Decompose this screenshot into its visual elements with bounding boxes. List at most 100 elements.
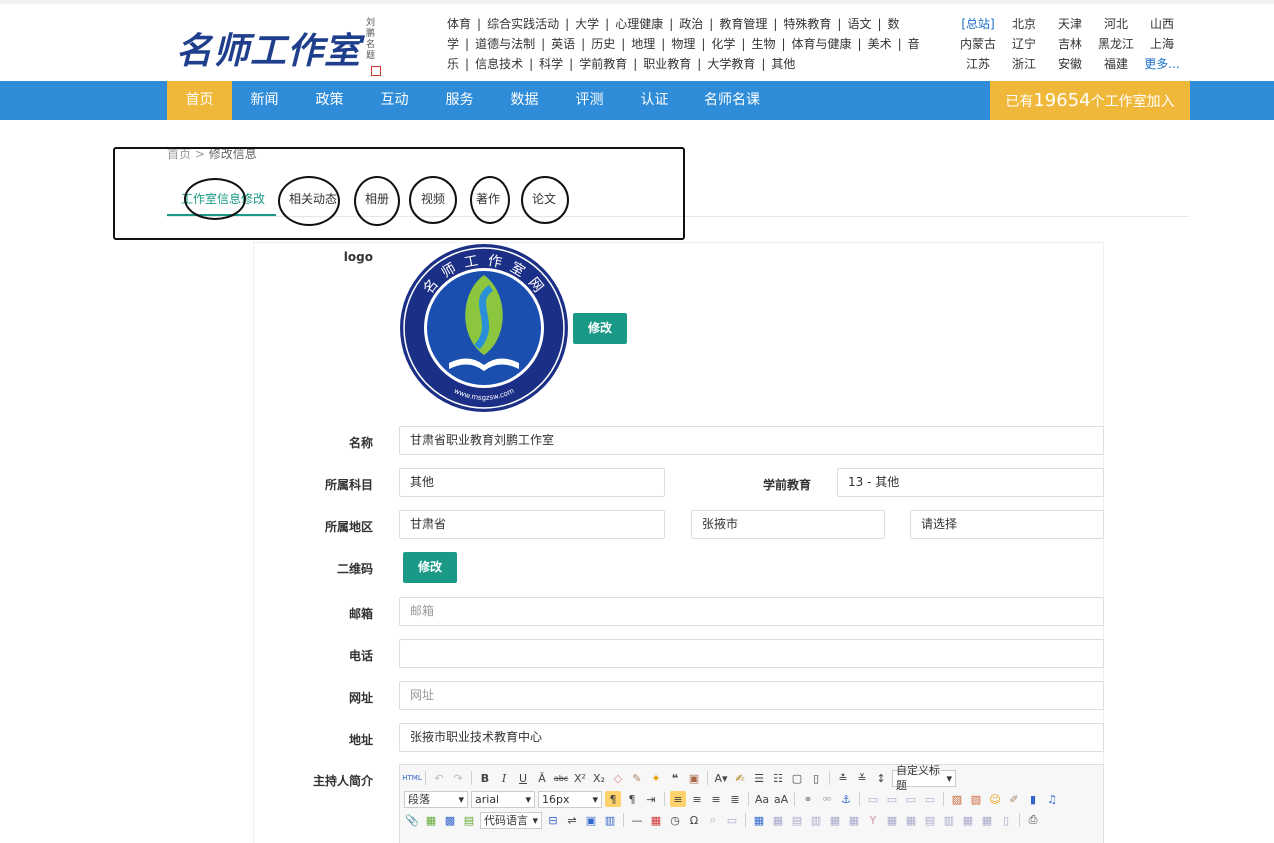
- subject-link[interactable]: 化学: [711, 37, 735, 51]
- select-all-icon[interactable]: ▢: [789, 770, 805, 786]
- font-size-select[interactable]: 16px ▾: [538, 790, 602, 808]
- region-link[interactable]: [总站]: [955, 14, 1001, 34]
- district-select[interactable]: 请选择: [910, 510, 1104, 539]
- stage-select[interactable]: 13 - 其他: [837, 468, 1104, 497]
- special-char-icon[interactable]: Ω: [686, 812, 702, 828]
- align-justify-icon[interactable]: ≣: [727, 791, 743, 807]
- code-language-select[interactable]: 代码语言 ▾: [480, 811, 542, 829]
- image-center-icon[interactable]: ▭: [922, 791, 938, 807]
- subscript-icon[interactable]: X₂: [591, 770, 607, 786]
- link-icon[interactable]: ⚭: [800, 791, 816, 807]
- nav-home[interactable]: 首页: [167, 81, 232, 120]
- nav-certification[interactable]: 认证: [622, 81, 687, 120]
- cell-props-icon[interactable]: ▦: [903, 812, 919, 828]
- subject-link[interactable]: 美术: [868, 37, 892, 51]
- music-icon[interactable]: ♫: [1044, 791, 1060, 807]
- region-link[interactable]: 安徽: [1047, 54, 1093, 74]
- logo-edit-button[interactable]: 修改: [573, 313, 627, 344]
- delete-row-icon[interactable]: ▤: [922, 812, 938, 828]
- subject-link[interactable]: 生物: [751, 37, 775, 51]
- row-spacing-top-icon[interactable]: ≛: [835, 770, 851, 786]
- wordimage-icon[interactable]: ▥: [602, 812, 618, 828]
- region-link[interactable]: 黑龙江: [1093, 34, 1139, 54]
- address-input[interactable]: 张掖市职业技术教育中心: [399, 723, 1104, 752]
- phone-input[interactable]: [399, 639, 1104, 668]
- name-input[interactable]: 甘肃省职业教育刘鹏工作室: [399, 426, 1104, 455]
- gmap-icon[interactable]: ▩: [442, 812, 458, 828]
- map-icon[interactable]: ▦: [423, 812, 439, 828]
- subject-link[interactable]: 特殊教育: [783, 17, 831, 31]
- subject-link[interactable]: 体育与健康: [792, 37, 852, 51]
- subject-link[interactable]: 英语: [551, 37, 575, 51]
- region-link[interactable]: 吉林: [1047, 34, 1093, 54]
- undo-icon[interactable]: ↶: [431, 770, 447, 786]
- subject-link[interactable]: 其他: [771, 57, 795, 71]
- print-icon[interactable]: ⎙: [1025, 812, 1041, 828]
- rtl-icon[interactable]: ¶: [624, 791, 640, 807]
- redo-icon[interactable]: ↷: [450, 770, 466, 786]
- insert-col-icon[interactable]: ▥: [808, 812, 824, 828]
- subject-link[interactable]: 政治: [679, 17, 703, 31]
- sort-icon[interactable]: ▯: [998, 812, 1014, 828]
- delete-table-icon[interactable]: ▦: [770, 812, 786, 828]
- split-cells-icon[interactable]: ▦: [846, 812, 862, 828]
- align-right-icon[interactable]: ≡: [708, 791, 724, 807]
- heading-select[interactable]: 自定义标题 ▾: [892, 764, 956, 792]
- region-link[interactable]: 北京: [1001, 14, 1047, 34]
- uppercase-icon[interactable]: Aa: [754, 791, 770, 807]
- subject-link[interactable]: 心理健康: [615, 17, 663, 31]
- merge-cells-icon[interactable]: ▦: [827, 812, 843, 828]
- unlink-icon[interactable]: ⚮: [819, 791, 835, 807]
- image-icon[interactable]: ▨: [949, 791, 965, 807]
- region-link[interactable]: 辽宁: [1001, 34, 1047, 54]
- format-brush-icon[interactable]: ✎: [629, 770, 645, 786]
- nav-evaluation[interactable]: 评测: [557, 81, 622, 120]
- font-border-icon[interactable]: Ā: [534, 770, 550, 786]
- split-rows-icon[interactable]: Y: [865, 812, 881, 828]
- highlight-icon[interactable]: ✍: [732, 770, 748, 786]
- image-none-icon[interactable]: ▭: [865, 791, 881, 807]
- nav-data[interactable]: 数据: [492, 81, 557, 120]
- print-preview-icon[interactable]: ▭: [724, 812, 740, 828]
- region-link[interactable]: 河北: [1093, 14, 1139, 34]
- nav-interact[interactable]: 互动: [362, 81, 427, 120]
- anchor-icon[interactable]: ⚓: [838, 791, 854, 807]
- merge-down-icon[interactable]: ▦: [979, 812, 995, 828]
- paragraph-format-select[interactable]: 段落 ▾: [404, 790, 468, 808]
- subject-link[interactable]: 大学教育: [707, 57, 755, 71]
- studio-count-banner[interactable]: 已有19654个工作室加入: [990, 81, 1190, 120]
- image-left-icon[interactable]: ▭: [884, 791, 900, 807]
- strikethrough-icon[interactable]: abc: [553, 770, 569, 786]
- auto-format-icon[interactable]: ✦: [648, 770, 664, 786]
- email-input[interactable]: 邮箱: [399, 597, 1104, 626]
- site-logo[interactable]: 名师工作室网 刘鹏名题: [176, 16, 386, 124]
- unordered-list-icon[interactable]: ☷: [770, 770, 786, 786]
- subject-link[interactable]: 教育管理: [719, 17, 767, 31]
- website-input[interactable]: 网址: [399, 681, 1104, 710]
- scrawl-icon[interactable]: ✐: [1006, 791, 1022, 807]
- date-icon[interactable]: ▦: [648, 812, 664, 828]
- lowercase-icon[interactable]: aA: [773, 791, 789, 807]
- align-center-icon[interactable]: ≡: [689, 791, 705, 807]
- blockquote-icon[interactable]: ❝: [667, 770, 683, 786]
- bold-icon[interactable]: B: [477, 770, 493, 786]
- subject-link[interactable]: 信息技术: [475, 57, 523, 71]
- horizontal-rule-icon[interactable]: —: [629, 812, 645, 828]
- subject-link[interactable]: 物理: [671, 37, 695, 51]
- nav-service[interactable]: 服务: [427, 81, 492, 120]
- region-link[interactable]: 内蒙古: [955, 34, 1001, 54]
- html-source-icon[interactable]: HTML: [402, 770, 421, 786]
- table-props-icon[interactable]: ▦: [884, 812, 900, 828]
- eraser-icon[interactable]: ◇: [610, 770, 626, 786]
- paste-plain-icon[interactable]: ▣: [686, 770, 702, 786]
- underline-icon[interactable]: U: [515, 770, 531, 786]
- subject-link[interactable]: 历史: [591, 37, 615, 51]
- subject-link[interactable]: 体育: [447, 17, 471, 31]
- superscript-icon[interactable]: X²: [572, 770, 588, 786]
- line-height-icon[interactable]: ↕: [873, 770, 889, 786]
- subject-link[interactable]: 职业教育: [643, 57, 691, 71]
- region-link[interactable]: 福建: [1093, 54, 1139, 74]
- province-select[interactable]: 甘肃省: [399, 510, 665, 539]
- delete-col-icon[interactable]: ▥: [941, 812, 957, 828]
- search-replace-icon[interactable]: ⌕: [705, 812, 721, 828]
